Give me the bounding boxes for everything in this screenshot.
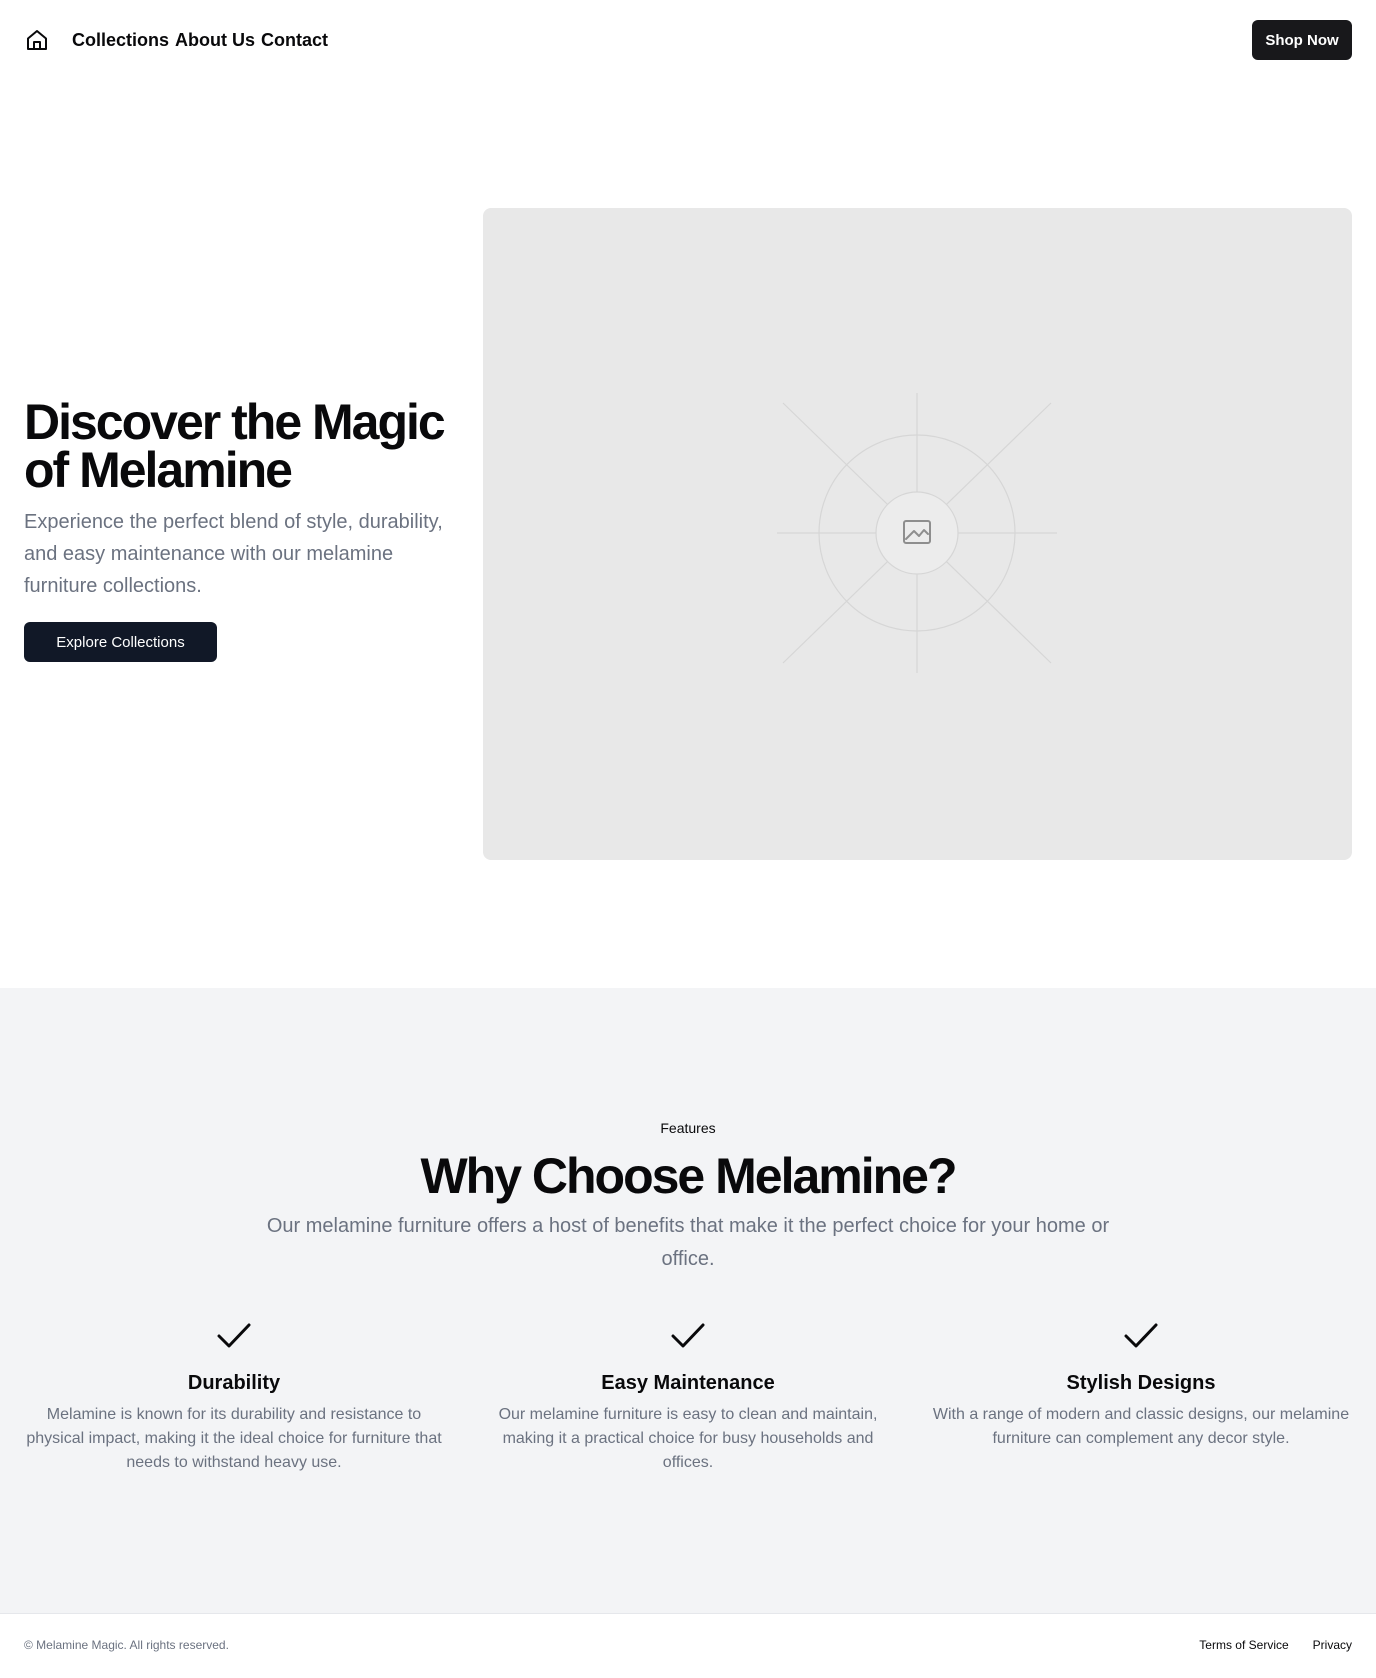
image-placeholder-graphic: [777, 393, 1057, 673]
hero-image-placeholder: [483, 208, 1352, 860]
hero-text: Discover the Magic of Melamine Experienc…: [24, 394, 454, 662]
hero-title: Discover the Magic of Melamine: [24, 394, 446, 498]
nav-link-collections[interactable]: Collections: [72, 30, 169, 51]
footer-links: Terms of Service Privacy: [1199, 1638, 1352, 1652]
feature-text: With a range of modern and classic desig…: [932, 1406, 1350, 1447]
feature-card-easy-maintenance: Easy Maintenance Our melamine furniture …: [478, 1323, 898, 1475]
site-footer: © Melamine Magic. All rights reserved. T…: [0, 1613, 1376, 1678]
features-description: Our melamine furniture offers a host of …: [266, 1215, 1110, 1270]
feature-card-stylish-designs: Stylish Designs With a range of modern a…: [931, 1323, 1351, 1451]
site-header: Collections About Us Contact Shop Now: [0, 0, 1376, 80]
features-section: Features Why Choose Melamine? Our melami…: [0, 988, 1376, 1613]
main-nav: Collections About Us Contact: [72, 30, 328, 51]
home-icon[interactable]: [24, 27, 50, 53]
hero-description: Experience the perfect blend of style, d…: [24, 511, 443, 597]
feature-text: Melamine is known for its durability and…: [26, 1406, 442, 1471]
feature-title: Stylish Designs: [1066, 1372, 1216, 1394]
copyright-text: © Melamine Magic. All rights reserved.: [24, 1638, 229, 1652]
feature-title: Durability: [187, 1372, 281, 1394]
privacy-link[interactable]: Privacy: [1313, 1638, 1352, 1652]
check-icon: [1124, 1323, 1158, 1348]
explore-collections-button[interactable]: Explore Collections: [24, 622, 217, 662]
nav-link-about-us[interactable]: About Us: [175, 30, 255, 51]
terms-of-service-link[interactable]: Terms of Service: [1199, 1638, 1288, 1652]
features-title: Why Choose Melamine?: [420, 1148, 957, 1204]
check-icon: [671, 1323, 705, 1348]
feature-title: Easy Maintenance: [601, 1372, 775, 1394]
nav-link-contact[interactable]: Contact: [261, 30, 328, 51]
feature-card-durability: Durability Melamine is known for its dur…: [24, 1323, 444, 1475]
features-eyebrow: Features: [660, 1120, 716, 1136]
check-icon: [217, 1323, 251, 1348]
shop-now-button[interactable]: Shop Now: [1252, 20, 1352, 60]
feature-text: Our melamine furniture is easy to clean …: [498, 1406, 878, 1471]
